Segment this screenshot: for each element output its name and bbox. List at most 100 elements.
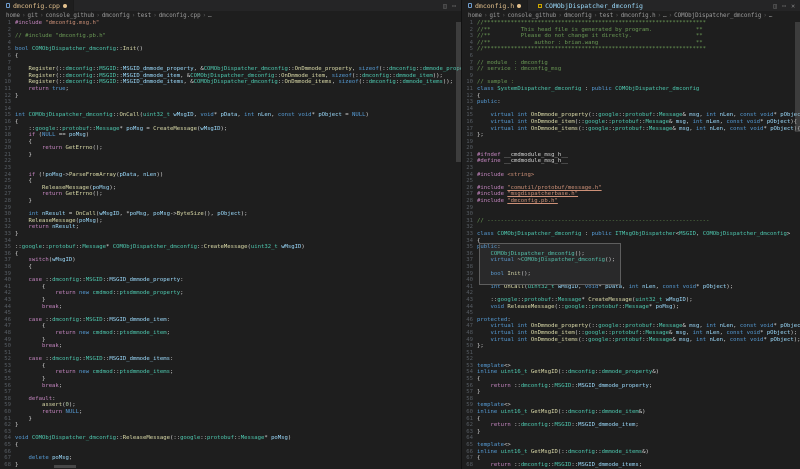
code-line[interactable]: 53 { [0,363,461,370]
line-number[interactable]: 12 [462,93,477,100]
breadcrumb-item[interactable]: dmconfig [564,13,592,19]
line-number[interactable]: 68 [0,462,15,469]
code-line[interactable]: 21#ifndef __cmdmodule_msg_h__ [462,152,800,159]
code-line[interactable]: 2 [0,27,461,34]
code-line[interactable]: 15 virtual int OnDmmode_property(::googl… [462,112,800,119]
breadcrumb-item[interactable]: console_github [45,13,94,19]
breadcrumb-item[interactable]: console_github [507,13,556,19]
line-number[interactable]: 42 [462,290,477,297]
line-number[interactable]: 47 [462,323,477,330]
code-line[interactable]: 33class COMObjDispatcher_dmconfig : publ… [462,231,800,238]
breadcrumb-item[interactable]: COMObjDispatcher_dmconfig [674,13,761,19]
line-number[interactable]: 25 [462,178,477,185]
code-line[interactable]: 45 [462,310,800,317]
code-line[interactable]: 49 } [0,337,461,344]
code-line[interactable]: 47 virtual int OnDmmode_property(::googl… [462,323,800,330]
line-number[interactable]: 15 [0,112,15,119]
line-number[interactable]: 60 [0,409,15,416]
line-number[interactable]: 5 [462,46,477,53]
line-number[interactable]: 24 [462,172,477,179]
line-number[interactable]: 25 [0,178,15,185]
code-line[interactable]: 25 [462,178,800,185]
line-number[interactable]: 14 [462,106,477,113]
vertical-scrollbar-left[interactable] [456,22,461,162]
line-number[interactable]: 33 [462,231,477,238]
line-number[interactable]: 49 [462,337,477,344]
code-line[interactable]: 55{ [462,376,800,383]
line-number[interactable]: 34 [0,238,15,245]
line-number[interactable]: 58 [0,396,15,403]
code-line[interactable]: 62 return ::dmconfig::MSGID::MSGID_dmmod… [462,422,800,429]
code-line[interactable]: 30 [462,211,800,218]
line-number[interactable]: 56 [462,383,477,390]
line-number[interactable]: 43 [0,297,15,304]
line-number[interactable]: 39 [0,271,15,278]
breadcrumb-item[interactable]: dmconfig [102,13,130,19]
code-line[interactable]: 8// service : dmconfig_msg [462,66,800,73]
code-line[interactable]: 27 return GetErrno(); [0,191,461,198]
code-line[interactable]: 6 [462,53,800,60]
line-number[interactable]: 39 [462,271,477,278]
code-line[interactable]: 49 virtual int OnDmmode_items(::google::… [462,337,800,344]
code-line[interactable]: 64void COMObjDispatcher_dmconfig::Releas… [0,435,461,442]
line-number[interactable]: 12 [0,93,15,100]
breadcrumb-item[interactable]: git [27,13,37,19]
line-number[interactable]: 20 [462,145,477,152]
line-number[interactable]: 23 [462,165,477,172]
code-line[interactable]: 21 } [0,152,461,159]
line-number[interactable]: 10 [462,79,477,86]
code-line[interactable]: 22#define __cmdmodule_msg_h__ [462,158,800,165]
code-line[interactable]: 34 [0,238,461,245]
line-number[interactable]: 21 [462,152,477,159]
code-line[interactable]: 19 { [0,139,461,146]
line-number[interactable]: 41 [462,284,477,291]
line-number[interactable]: 22 [462,158,477,165]
line-number[interactable]: 4 [0,40,15,47]
line-number[interactable]: 60 [462,409,477,416]
code-line[interactable]: 52 case ::dmconfig::MSGID::MSGID_dmmode_… [0,356,461,363]
code-line[interactable]: 9 [462,73,800,80]
line-number[interactable]: 26 [462,185,477,192]
code-line[interactable]: 58 [462,396,800,403]
line-number[interactable]: 31 [462,218,477,225]
line-number[interactable]: 62 [462,422,477,429]
line-number[interactable]: 54 [0,369,15,376]
line-number[interactable]: 55 [462,376,477,383]
split-editor-icon[interactable]: ◫ [443,2,447,10]
code-line[interactable]: 20 [462,145,800,152]
code-line[interactable]: 32 return nResult; [0,224,461,231]
code-line[interactable]: 18}; [462,132,800,139]
line-number[interactable]: 16 [0,119,15,126]
code-line[interactable]: 39 [0,271,461,278]
line-number[interactable]: 13 [462,99,477,106]
code-line[interactable]: 43 } [0,297,461,304]
code-line[interactable]: 6{ [0,53,461,60]
line-number[interactable]: 33 [0,231,15,238]
line-number[interactable]: 4 [462,40,477,47]
code-line[interactable]: 8 Register(::dmconfig::MSGID::MSGID_dmmo… [0,66,461,73]
code-line[interactable]: 28 } [0,198,461,205]
line-number[interactable]: 61 [462,416,477,423]
line-number[interactable]: 41 [0,284,15,291]
line-number[interactable]: 19 [0,139,15,146]
code-line[interactable]: 4 [0,40,461,47]
line-number[interactable]: 20 [0,145,15,152]
code-line[interactable]: 51 [0,350,461,357]
line-number[interactable]: 46 [462,317,477,324]
code-line[interactable]: 33} [0,231,461,238]
line-number[interactable]: 36 [0,251,15,258]
line-number[interactable]: 19 [462,139,477,146]
line-number[interactable]: 27 [0,191,15,198]
code-line[interactable]: 16 virtual int OnDmmode_item(::google::p… [462,119,800,126]
line-number[interactable]: 43 [462,297,477,304]
breadcrumb-item[interactable]: home [468,13,482,19]
code-line[interactable]: 11class SystemDispatcher_dmconfig : publ… [462,86,800,93]
line-number[interactable]: 66 [462,449,477,456]
code-line[interactable]: 37 virtual ~COMObjDispatcher_dmconfig(); [462,257,800,264]
code-line[interactable]: 55 } [0,376,461,383]
line-number[interactable]: 68 [462,462,477,469]
line-number[interactable]: 64 [0,435,15,442]
code-line[interactable]: 39 bool Init(); [462,271,800,278]
code-line[interactable]: 12} [0,93,461,100]
line-number[interactable]: 22 [0,158,15,165]
